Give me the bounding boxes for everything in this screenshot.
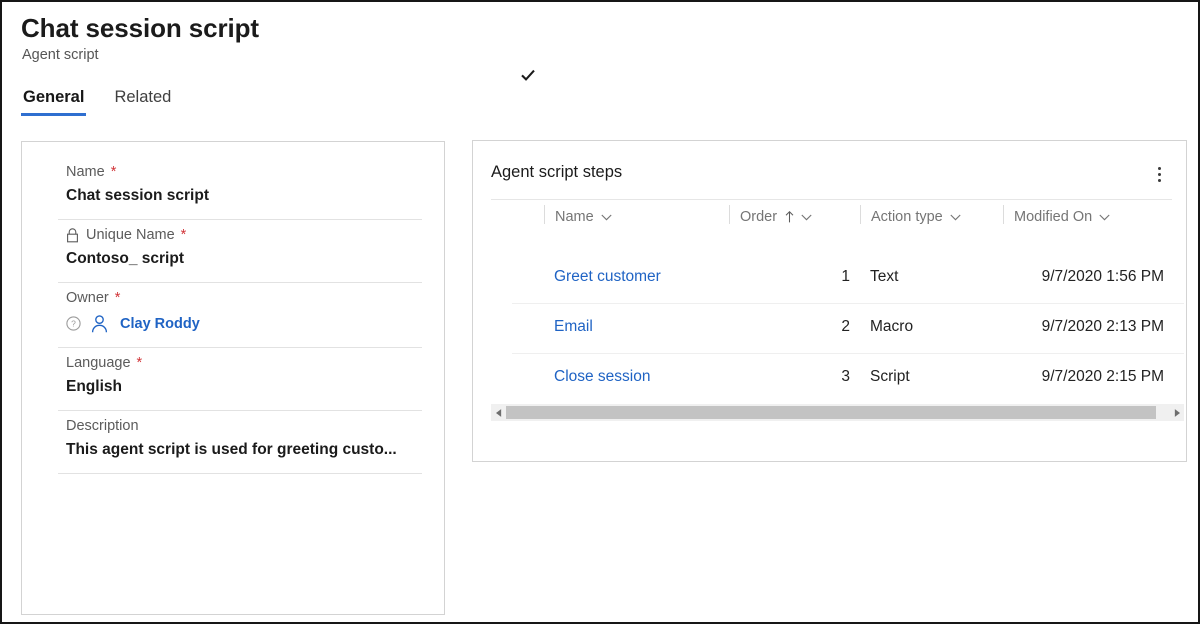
horizontal-scrollbar[interactable] [491, 404, 1184, 421]
tab-general[interactable]: General [21, 88, 86, 116]
column-divider [729, 205, 730, 224]
cell-name-link[interactable]: Email [554, 318, 593, 336]
field-name-label: Name * [66, 157, 422, 187]
column-header-order-label: Order [740, 209, 777, 225]
tab-related-label: Related [114, 88, 171, 106]
grid-title: Agent script steps [491, 163, 622, 182]
column-header-modified-on-label: Modified On [1014, 209, 1092, 225]
chevron-down-icon [801, 214, 812, 221]
required-marker: * [111, 165, 117, 180]
field-description-label-text: Description [66, 418, 139, 434]
table-row[interactable]: Email 2 Macro 9/7/2020 2:13 PM [2, 303, 1198, 353]
cell-modified-on: 9/7/2020 2:15 PM [1012, 368, 1164, 386]
cell-order: 2 [790, 318, 850, 336]
cell-modified-on: 9/7/2020 1:56 PM [1012, 268, 1164, 286]
grid-column-headers: Name Order Action type Modified On [2, 199, 1198, 235]
chevron-down-icon [1099, 214, 1110, 221]
field-description-value: This agent script is used for greeting c… [66, 441, 422, 473]
tab-related[interactable]: Related [112, 88, 173, 116]
column-divider [544, 205, 545, 224]
row-divider [512, 353, 1184, 354]
scroll-left-arrow-icon[interactable] [491, 404, 506, 421]
column-header-action-type-label: Action type [871, 209, 943, 225]
scrollbar-thumb[interactable] [506, 406, 1156, 419]
page-subtitle: Agent script [22, 47, 99, 63]
column-header-name[interactable]: Name [555, 205, 612, 229]
cell-action-type: Text [870, 268, 898, 286]
cell-order: 1 [790, 268, 850, 286]
column-header-name-label: Name [555, 209, 594, 225]
chevron-down-icon [950, 214, 961, 221]
sort-ascending-icon [785, 211, 794, 223]
table-row[interactable]: Greet customer 1 Text 9/7/2020 1:56 PM [2, 253, 1198, 303]
cell-action-type: Macro [870, 318, 913, 336]
scroll-right-arrow-icon[interactable] [1169, 404, 1184, 421]
grid-rows: Greet customer 1 Text 9/7/2020 1:56 PM E… [2, 253, 1198, 403]
field-name-label-text: Name [66, 164, 105, 180]
field-divider [58, 473, 422, 474]
cell-modified-on: 9/7/2020 2:13 PM [1012, 318, 1164, 336]
page-title: Chat session script [21, 13, 259, 44]
field-description[interactable]: Description This agent script is used fo… [22, 411, 444, 473]
column-divider [1003, 205, 1004, 224]
cell-action-type: Script [870, 368, 910, 386]
more-options-icon[interactable] [1148, 161, 1170, 187]
select-all-checkmark-icon[interactable] [520, 67, 536, 83]
column-header-action-type[interactable]: Action type [871, 205, 961, 229]
column-header-modified-on[interactable]: Modified On [1014, 205, 1110, 229]
cell-order: 3 [790, 368, 850, 386]
scrollbar-track[interactable] [506, 404, 1169, 421]
chevron-down-icon [601, 214, 612, 221]
field-description-label: Description [66, 411, 422, 441]
table-row[interactable]: Close session 3 Script 9/7/2020 2:15 PM [2, 353, 1198, 403]
tab-general-label: General [23, 88, 84, 106]
tab-bar: General Related [21, 88, 173, 116]
column-header-order[interactable]: Order [740, 205, 812, 229]
column-divider [860, 205, 861, 224]
cell-name-link[interactable]: Close session [554, 368, 651, 386]
app-page: Chat session script Agent script General… [0, 0, 1200, 624]
cell-name-link[interactable]: Greet customer [554, 268, 661, 286]
row-divider [512, 303, 1184, 304]
